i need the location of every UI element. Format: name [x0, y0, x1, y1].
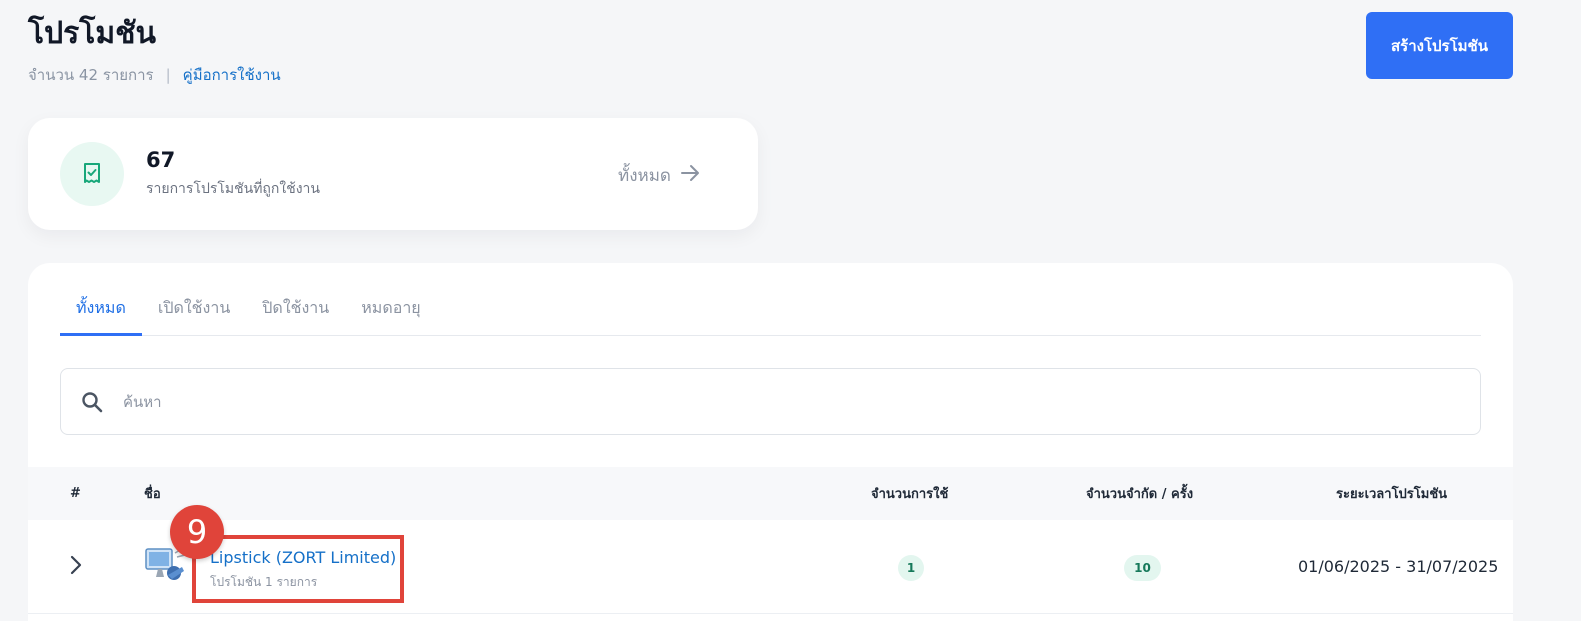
create-promotion-button[interactable]: สร้างโปรโมชัน — [1366, 12, 1513, 79]
page-subtitle: จำนวน 42 รายการ | คู่มือการใช้งาน — [28, 63, 281, 87]
column-header-period: ระยะเวลาโปรโมชัน — [1336, 487, 1448, 502]
column-header-usage: จำนวนการใช้ — [871, 487, 949, 502]
tab-enabled[interactable]: เปิดใช้งาน — [142, 293, 246, 336]
table-row[interactable]: Lipstick (ZORT Limited) โปรโมชัน 1 รายกา… — [28, 505, 1513, 614]
column-header-name: ชื่อ — [144, 487, 161, 502]
view-all-link[interactable]: ทั้งหมด — [618, 162, 701, 189]
annotation-step-badge: 9 — [170, 505, 224, 559]
promotion-count: จำนวน 42 รายการ — [28, 66, 154, 84]
stat-label: รายการโปรโมชันที่ถูกใช้งาน — [146, 181, 320, 197]
annotation-highlight-box — [192, 535, 404, 603]
receipt-check-icon — [60, 142, 124, 206]
promotion-list-panel: ทั้งหมด เปิดใช้งาน ปิดใช้งาน หมดอายุ # ช… — [28, 263, 1513, 621]
search-input[interactable] — [123, 369, 1480, 434]
arrow-right-icon — [679, 162, 701, 189]
column-header-limit: จำนวนจำกัด / ครั้ง — [1086, 487, 1194, 502]
user-guide-link[interactable]: คู่มือการใช้งาน — [183, 63, 281, 87]
chevron-right-icon[interactable] — [64, 553, 88, 577]
page-title: โปรโมชัน — [28, 16, 157, 51]
limit-count-badge: 10 — [1124, 555, 1161, 581]
tab-expired[interactable]: หมดอายุ — [345, 293, 436, 336]
tab-disabled[interactable]: ปิดใช้งาน — [246, 293, 345, 336]
view-all-label: ทั้งหมด — [618, 166, 671, 186]
separator: | — [165, 66, 171, 84]
stat-value: 67 — [146, 148, 176, 172]
stat-card: 67 รายการโปรโมชันที่ถูกใช้งาน ทั้งหมด — [28, 118, 758, 230]
search-icon — [61, 390, 123, 414]
usage-count-badge: 1 — [898, 555, 924, 581]
column-header-index: # — [70, 486, 81, 501]
promotion-period: 01/06/2025 - 31/07/2025 — [1298, 557, 1499, 576]
search-box — [60, 368, 1481, 435]
status-tabs: ทั้งหมด เปิดใช้งาน ปิดใช้งาน หมดอายุ — [60, 293, 1481, 336]
tab-all[interactable]: ทั้งหมด — [60, 293, 142, 336]
table-header: # ชื่อ จำนวนการใช้ จำนวนจำกัด / ครั้ง ระ… — [28, 467, 1513, 520]
